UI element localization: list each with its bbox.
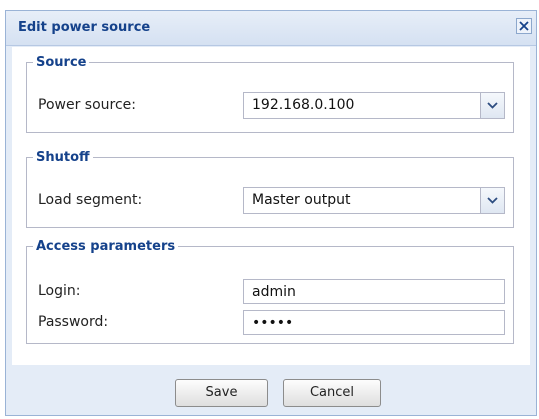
login-label: Login: [38,283,81,299]
chevron-down-icon [487,197,498,204]
power-source-dropdown-button[interactable] [480,93,504,118]
source-group: Source Power source: 192.168.0.100 [26,55,514,133]
save-button[interactable]: Save [175,379,268,407]
load-segment-select[interactable]: Master output [243,187,505,214]
shutoff-group: Shutoff Load segment: Master output [26,150,514,228]
source-legend: Source [36,55,87,70]
edit-power-source-dialog: Edit power source Source Power source: 1… [5,10,537,416]
power-source-label: Power source: [38,97,136,113]
close-icon [519,21,529,31]
dialog-title: Edit power source [18,20,151,35]
load-segment-label: Load segment: [38,192,143,208]
login-input[interactable] [243,279,505,304]
password-input[interactable] [243,310,505,335]
dialog-footer: Save Cancel [6,367,536,417]
close-button[interactable] [516,18,532,34]
dialog-body: Source Power source: 192.168.0.100 Shuto… [12,47,530,365]
access-parameters-legend: Access parameters [36,239,176,254]
access-parameters-group: Access parameters Login: Password: [26,239,514,344]
shutoff-legend: Shutoff [36,150,90,165]
load-segment-dropdown-button[interactable] [480,188,504,213]
chevron-down-icon [487,102,498,109]
power-source-select[interactable]: 192.168.0.100 [243,92,505,119]
dialog-titlebar[interactable]: Edit power source [6,11,536,46]
password-label: Password: [38,314,109,330]
cancel-button[interactable]: Cancel [283,379,381,407]
power-source-value: 192.168.0.100 [252,97,355,113]
load-segment-value: Master output [252,192,351,208]
